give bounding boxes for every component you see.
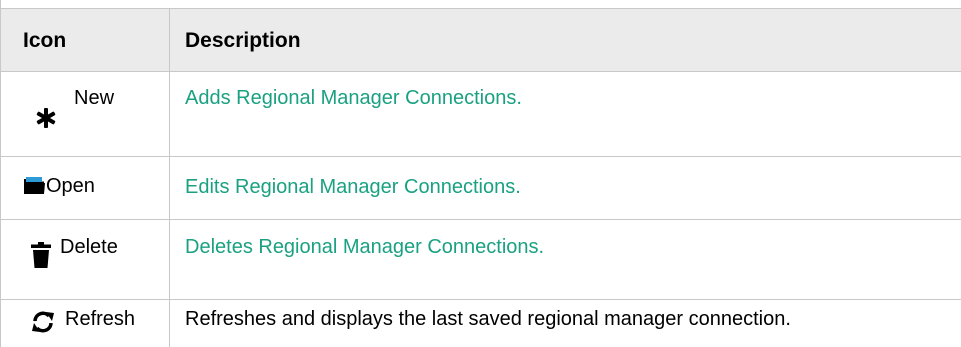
refresh-icon [32,311,54,333]
column-divider [169,8,170,347]
asterisk-icon [36,108,56,128]
table-header-row: Icon Description [1,8,961,71]
description-link-delete[interactable]: Deletes Regional Manager Connections. [185,236,544,259]
table-row: Delete Deletes Regional Manager Connecti… [1,219,961,299]
icon-label-new: New [74,87,115,109]
table-row: New Adds Regional Manager Connections. [1,71,961,156]
table-row: Open Edits Regional Manager Connections. [1,156,961,219]
trash-icon [31,242,51,268]
icon-cell-open: Open [1,157,169,219]
folder-icon [24,177,45,194]
icon-cell-refresh: Refresh [1,300,169,347]
column-header-icon: Icon [23,29,67,52]
icon-label-delete: Delete [60,236,118,258]
description-text-refresh: Refreshes and displays the last saved re… [185,308,791,330]
icon-label-open: Open [46,175,95,197]
description-link-open[interactable]: Edits Regional Manager Connections. [185,176,521,199]
icon-cell-delete: Delete [1,220,169,299]
icon-cell-new: New [1,72,169,156]
table-row: Refresh Refreshes and displays the last … [1,299,961,347]
description-link-new[interactable]: Adds Regional Manager Connections. [185,87,522,110]
icon-label-refresh: Refresh [65,308,136,330]
icon-description-table: Icon Description New Adds Regional Manag… [0,0,961,347]
column-header-description: Description [185,29,301,52]
